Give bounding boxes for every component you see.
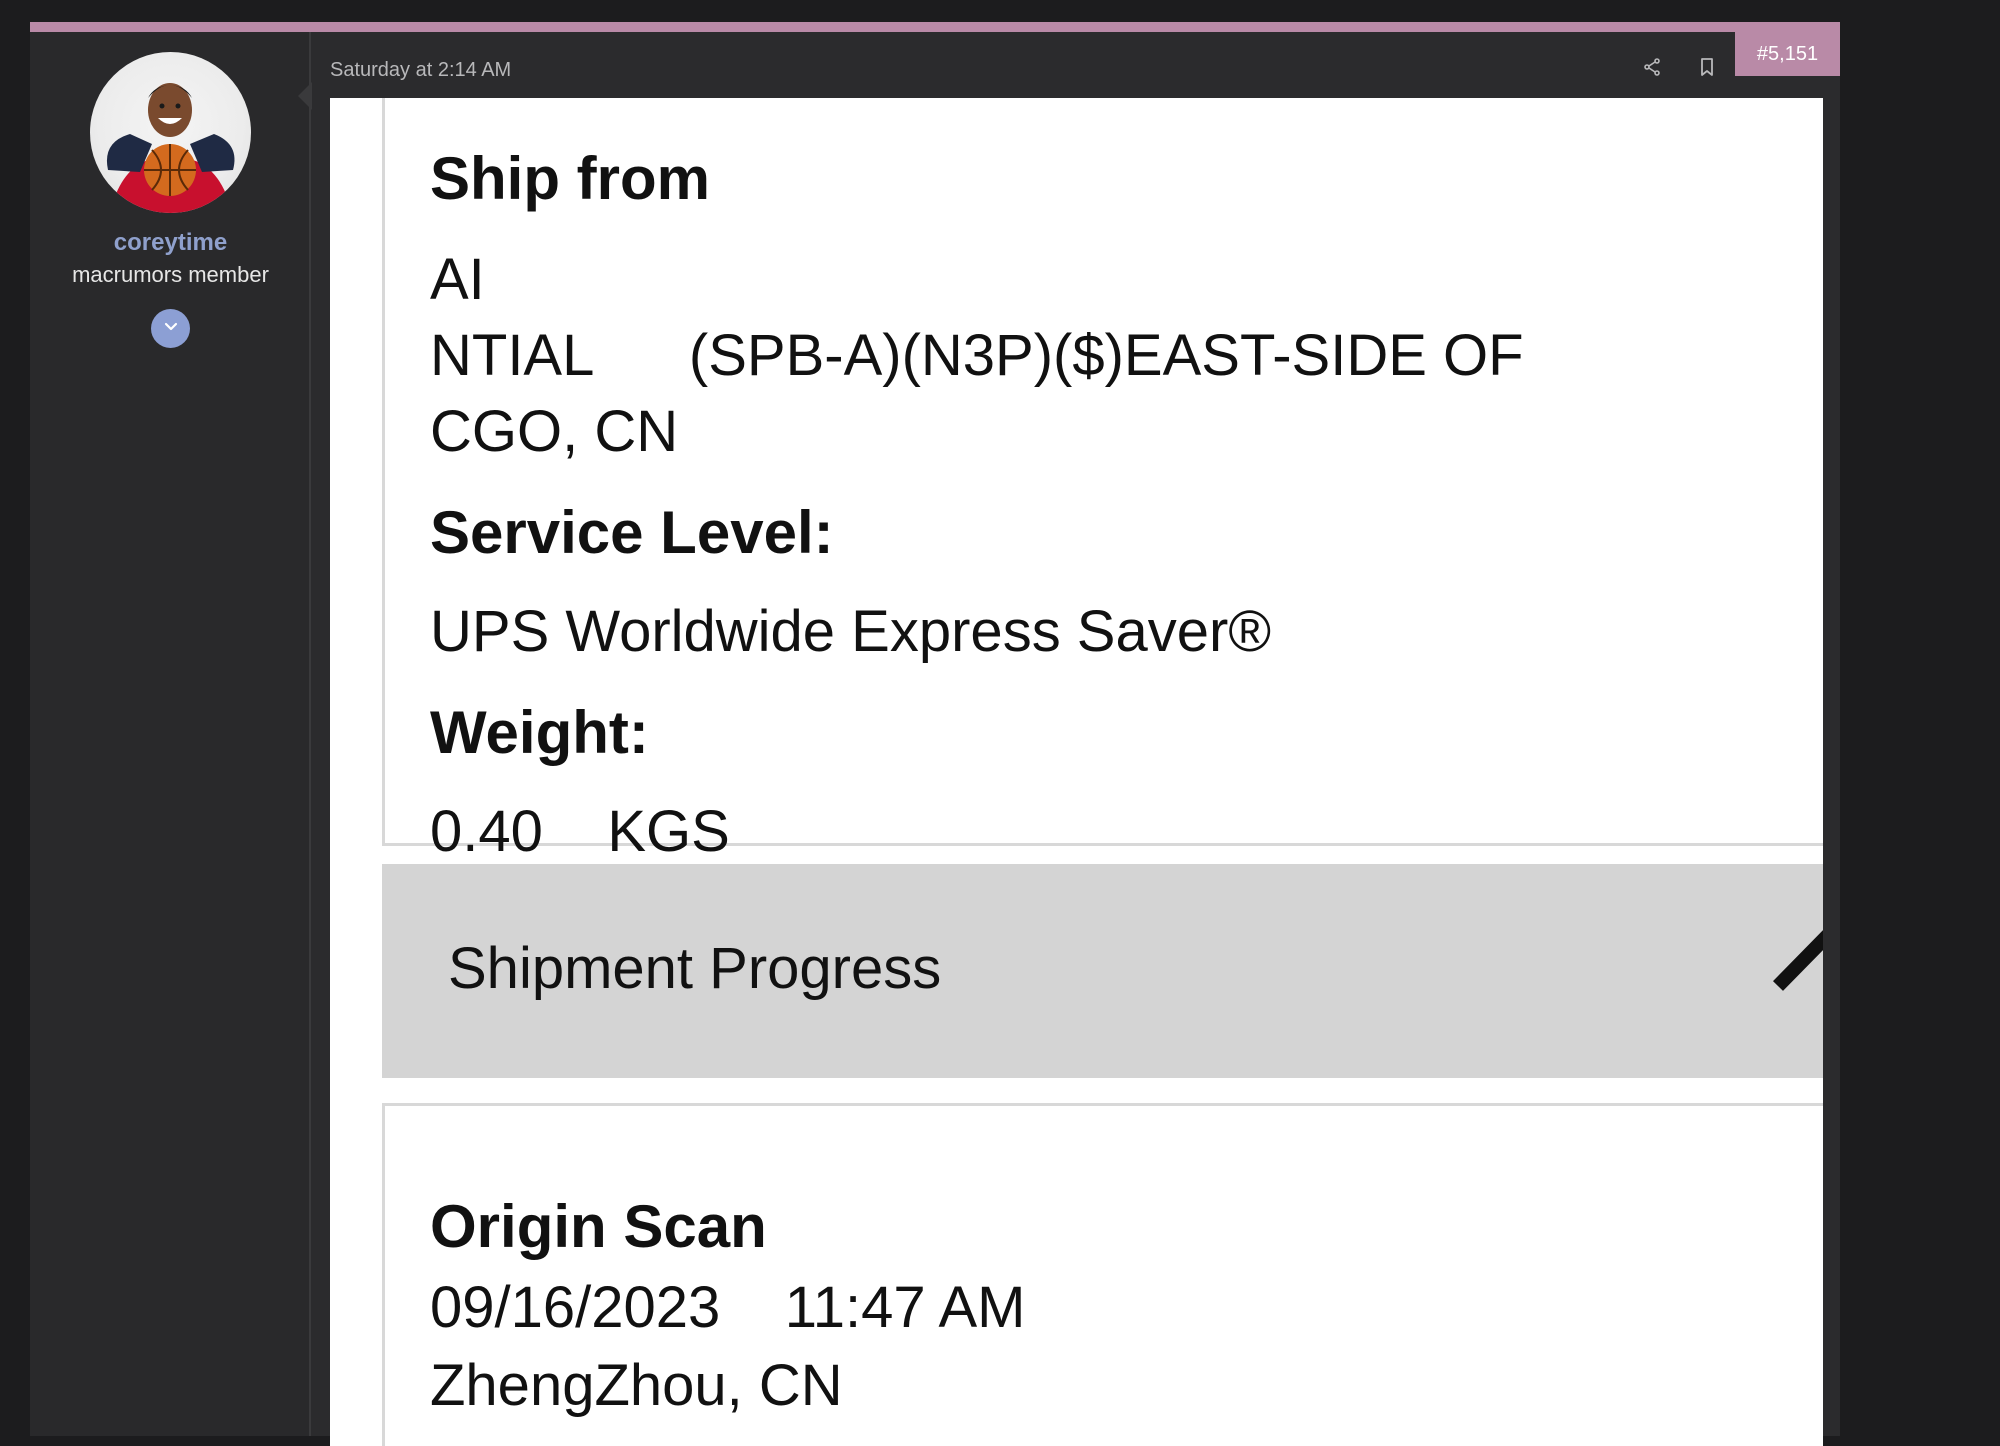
post-timestamp[interactable]: Saturday at 2:14 AM	[330, 59, 511, 82]
ship-from-line-1: AI	[430, 247, 485, 312]
shipment-progress-bar: Shipment Progress	[382, 864, 1823, 1078]
bookmark-icon[interactable]	[1694, 54, 1720, 80]
post-header: Saturday at 2:14 AM #5,151	[313, 32, 1840, 98]
user-info-column: coreytime macrumors member	[30, 32, 311, 1436]
origin-scan-location: ZhengZhou, CN	[430, 1353, 843, 1418]
user-title: macrumors member	[72, 262, 269, 287]
user-arrow-notch	[298, 82, 312, 110]
shipment-progress-label: Shipment Progress	[448, 936, 942, 1001]
service-level-heading: Service Level:	[430, 499, 834, 566]
post-main: Saturday at 2:14 AM #5,151 Ship from AI	[313, 32, 1840, 1446]
caret-up-icon	[1772, 924, 1823, 999]
forum-post: coreytime macrumors member Saturday at 2…	[30, 22, 1840, 1446]
ship-from-heading: Ship from	[430, 145, 710, 212]
chevron-down-icon	[163, 318, 179, 339]
weight-heading: Weight:	[430, 699, 649, 766]
attached-image[interactable]: Ship from AI NTIAL (SPB-A)(N3P)($)EAST-S…	[330, 98, 1823, 1446]
weight-value: 0.40 KGS	[430, 799, 730, 864]
ship-from-line-3: CGO, CN	[430, 399, 679, 464]
ship-from-line-2: NTIAL (SPB-A)(N3P)($)EAST-SIDE OF	[430, 323, 1524, 388]
service-level-value: UPS Worldwide Express Saver®	[430, 599, 1272, 664]
avatar[interactable]	[90, 52, 251, 213]
share-icon[interactable]	[1639, 54, 1665, 80]
username[interactable]: coreytime	[30, 229, 311, 257]
expand-user-button[interactable]	[151, 309, 190, 348]
origin-scan-heading: Origin Scan	[430, 1193, 767, 1260]
origin-scan-datetime: 09/16/2023 11:47 AM	[430, 1275, 1026, 1340]
post-number-link[interactable]: #5,151	[1735, 32, 1840, 76]
